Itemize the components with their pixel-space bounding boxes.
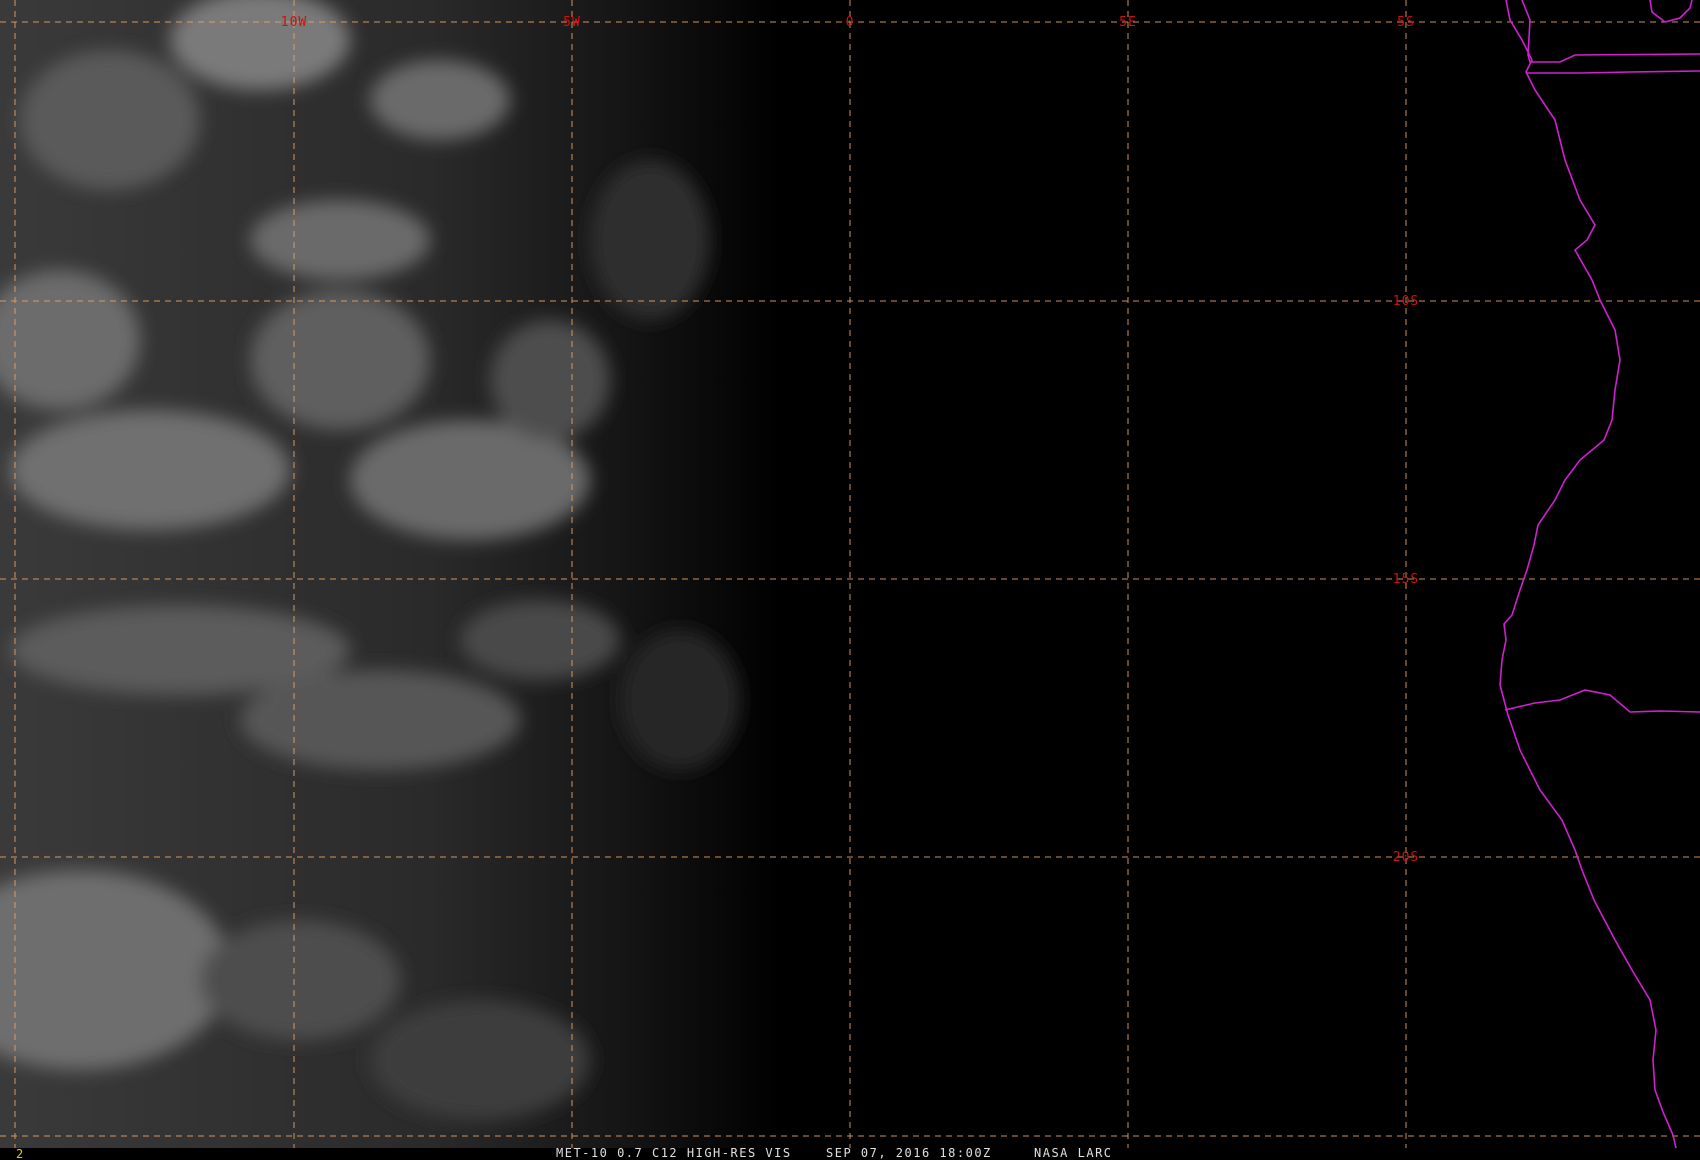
- satellite-map-view[interactable]: 10W 5W 0 5E 5S 10S 15S 20S 2 MET-10 0.7 …: [0, 0, 1700, 1160]
- datetime-label: SEP 07, 2016 18:00Z: [826, 1146, 992, 1160]
- latitude-label: 15S: [1393, 572, 1419, 587]
- country-border: [1504, 689, 1700, 713]
- frame-number: 2: [16, 1147, 25, 1160]
- longitude-label: 5W: [563, 15, 581, 30]
- country-border: [1526, 70, 1700, 74]
- country-border: [1521, 0, 1700, 63]
- credit-label: NASA LARC: [1034, 1146, 1113, 1160]
- longitude-label: 10W: [281, 15, 307, 30]
- latitude-label: 5S: [1397, 15, 1415, 30]
- latitude-label: 10S: [1393, 294, 1419, 309]
- country-border: [1649, 0, 1693, 23]
- longitude-label: 5E: [1119, 15, 1137, 30]
- coastline-path: [1499, 0, 1677, 1149]
- map-canvas: 10W 5W 0 5E 5S 10S 15S 20S 2 MET-10 0.7 …: [0, 0, 1700, 1160]
- latitude-label: 20S: [1393, 850, 1419, 865]
- coastline-overlay: [1499, 0, 1700, 1149]
- product-label: MET-10 0.7 C12 HIGH-RES VIS: [556, 1146, 792, 1160]
- longitude-label: 0: [846, 15, 855, 30]
